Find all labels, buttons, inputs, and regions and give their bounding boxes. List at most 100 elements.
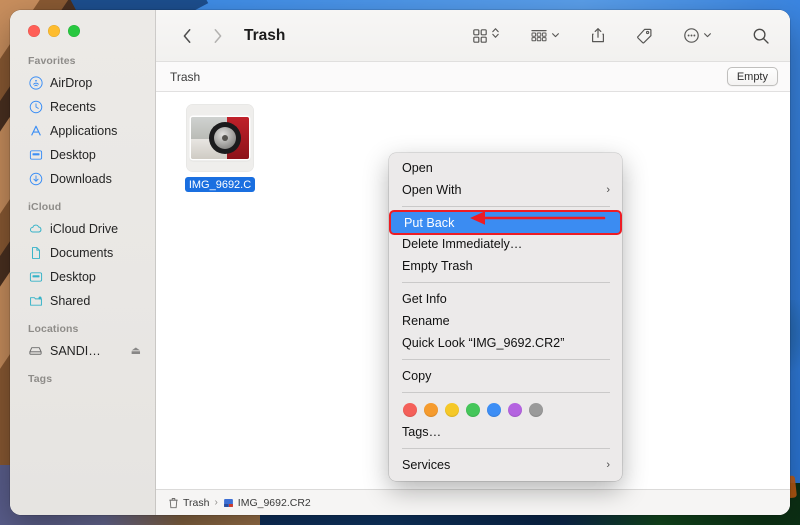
tag-color-purple[interactable] xyxy=(508,403,522,417)
sidebar-group-locations: Locations SANDI… ⏏ xyxy=(10,323,155,362)
sidebar-item-downloads[interactable]: Downloads xyxy=(16,167,149,190)
menu-item-label: Open With xyxy=(402,183,462,197)
forward-button[interactable] xyxy=(202,22,232,50)
maximize-button[interactable] xyxy=(68,25,80,37)
menu-item-empty-trash[interactable]: Empty Trash xyxy=(389,255,622,277)
menu-item-label: Put Back xyxy=(404,216,454,230)
close-button[interactable] xyxy=(28,25,40,37)
tag-color-green[interactable] xyxy=(466,403,480,417)
minimize-button[interactable] xyxy=(48,25,60,37)
sidebar-group-favorites: Favorites AirDrop Recents xyxy=(10,55,155,190)
desktop-background: Favorites AirDrop Recents xyxy=(0,0,800,525)
file-item[interactable]: IMG_9692.C xyxy=(174,104,266,197)
tag-color-red[interactable] xyxy=(403,403,417,417)
menu-item-label: Open xyxy=(402,161,433,175)
document-icon xyxy=(28,245,43,260)
tag-color-row[interactable] xyxy=(389,398,622,421)
more-actions-icon xyxy=(683,27,700,44)
sidebar-heading-icloud: iCloud xyxy=(10,201,155,217)
sidebar-item-sandisk-drive[interactable]: SANDI… ⏏ xyxy=(16,339,149,362)
menu-item-label: Delete Immediately… xyxy=(402,237,522,251)
applications-icon xyxy=(28,123,43,138)
sidebar-item-label: Shared xyxy=(50,294,90,308)
sidebar-item-shared[interactable]: Shared xyxy=(16,289,149,312)
view-options-chevron-icon[interactable] xyxy=(491,25,500,46)
file-name-label[interactable]: IMG_9692.C xyxy=(185,177,255,192)
more-actions-button[interactable] xyxy=(677,22,718,50)
menu-item-label: Services xyxy=(402,458,450,472)
menu-item-services[interactable]: Services › xyxy=(389,454,622,476)
tag-color-yellow[interactable] xyxy=(445,403,459,417)
path-item-file[interactable]: IMG_9692.CR2 xyxy=(223,497,311,509)
sidebar-item-label: Documents xyxy=(50,246,113,260)
path-item-label: IMG_9692.CR2 xyxy=(238,497,311,509)
finder-subtitle-bar: Trash Empty xyxy=(156,62,790,92)
finder-sidebar: Favorites AirDrop Recents xyxy=(10,10,156,515)
tag-color-gray[interactable] xyxy=(529,403,543,417)
sidebar-item-label: iCloud Drive xyxy=(50,222,118,236)
menu-item-rename[interactable]: Rename xyxy=(389,310,622,332)
sidebar-item-icloud-desktop[interactable]: Desktop xyxy=(16,265,149,288)
search-icon xyxy=(752,27,770,45)
menu-item-tags[interactable]: Tags… xyxy=(389,421,622,443)
menu-item-get-info[interactable]: Get Info xyxy=(389,288,622,310)
sidebar-group-tags: Tags xyxy=(10,373,155,389)
file-thumbnail[interactable] xyxy=(186,104,254,172)
finder-window: Favorites AirDrop Recents xyxy=(10,10,790,515)
menu-item-label: Quick Look “IMG_9692.CR2” xyxy=(402,336,564,350)
trash-icon xyxy=(168,497,179,509)
sidebar-item-applications[interactable]: Applications xyxy=(16,119,149,142)
menu-item-copy[interactable]: Copy xyxy=(389,365,622,387)
tag-color-orange[interactable] xyxy=(424,403,438,417)
sidebar-item-recents[interactable]: Recents xyxy=(16,95,149,118)
view-mode-button[interactable] xyxy=(466,22,506,50)
context-menu[interactable]: Open Open With › Put Back Delete Immedia… xyxy=(389,153,622,481)
sidebar-item-airdrop[interactable]: AirDrop xyxy=(16,71,149,94)
more-chevron-icon[interactable] xyxy=(703,27,712,45)
submenu-chevron-icon: › xyxy=(606,184,610,196)
airdrop-icon xyxy=(28,75,43,90)
sidebar-heading-tags: Tags xyxy=(10,373,155,389)
sidebar-group-icloud: iCloud iCloud Drive Documents xyxy=(10,201,155,312)
menu-item-label: Empty Trash xyxy=(402,259,473,273)
downloads-icon xyxy=(28,171,43,186)
menu-item-open[interactable]: Open xyxy=(389,157,622,179)
sidebar-heading-locations: Locations xyxy=(10,323,155,339)
submenu-chevron-icon: › xyxy=(606,459,610,471)
grid-view-icon xyxy=(472,28,488,44)
menu-item-label: Copy xyxy=(402,369,431,383)
menu-item-label: Rename xyxy=(402,314,450,328)
group-chevron-icon[interactable] xyxy=(551,27,560,45)
eject-icon[interactable]: ⏏ xyxy=(131,344,141,357)
sidebar-item-label: Desktop xyxy=(50,148,96,162)
sidebar-item-desktop[interactable]: Desktop xyxy=(16,143,149,166)
sidebar-item-label: Downloads xyxy=(50,172,112,186)
external-drive-icon xyxy=(28,343,43,358)
sidebar-item-icloud-drive[interactable]: iCloud Drive xyxy=(16,217,149,240)
sidebar-heading-favorites: Favorites xyxy=(10,55,155,71)
clock-icon xyxy=(28,99,43,114)
sidebar-item-label: Recents xyxy=(50,100,96,114)
finder-main-pane: Trash xyxy=(156,10,790,515)
menu-item-open-with[interactable]: Open With › xyxy=(389,179,622,201)
tag-button[interactable] xyxy=(630,22,659,50)
path-item-trash[interactable]: Trash xyxy=(168,497,209,509)
subbar-title: Trash xyxy=(170,70,200,84)
menu-separator xyxy=(402,359,610,360)
menu-item-delete-immediately[interactable]: Delete Immediately… xyxy=(389,233,622,255)
tag-color-blue[interactable] xyxy=(487,403,501,417)
path-bar: Trash › IMG_9692.CR2 xyxy=(156,489,790,515)
menu-separator xyxy=(402,448,610,449)
path-separator: › xyxy=(214,497,217,508)
empty-trash-button[interactable]: Empty xyxy=(727,67,778,86)
group-by-button[interactable] xyxy=(524,22,566,50)
menu-separator xyxy=(402,392,610,393)
sidebar-item-documents[interactable]: Documents xyxy=(16,241,149,264)
back-button[interactable] xyxy=(172,22,202,50)
share-button[interactable] xyxy=(584,22,612,50)
menu-item-quick-look[interactable]: Quick Look “IMG_9692.CR2” xyxy=(389,332,622,354)
search-button[interactable] xyxy=(746,22,776,50)
sidebar-item-label: Applications xyxy=(50,124,117,138)
raw-file-icon xyxy=(223,497,234,509)
menu-item-label: Tags… xyxy=(402,425,441,439)
